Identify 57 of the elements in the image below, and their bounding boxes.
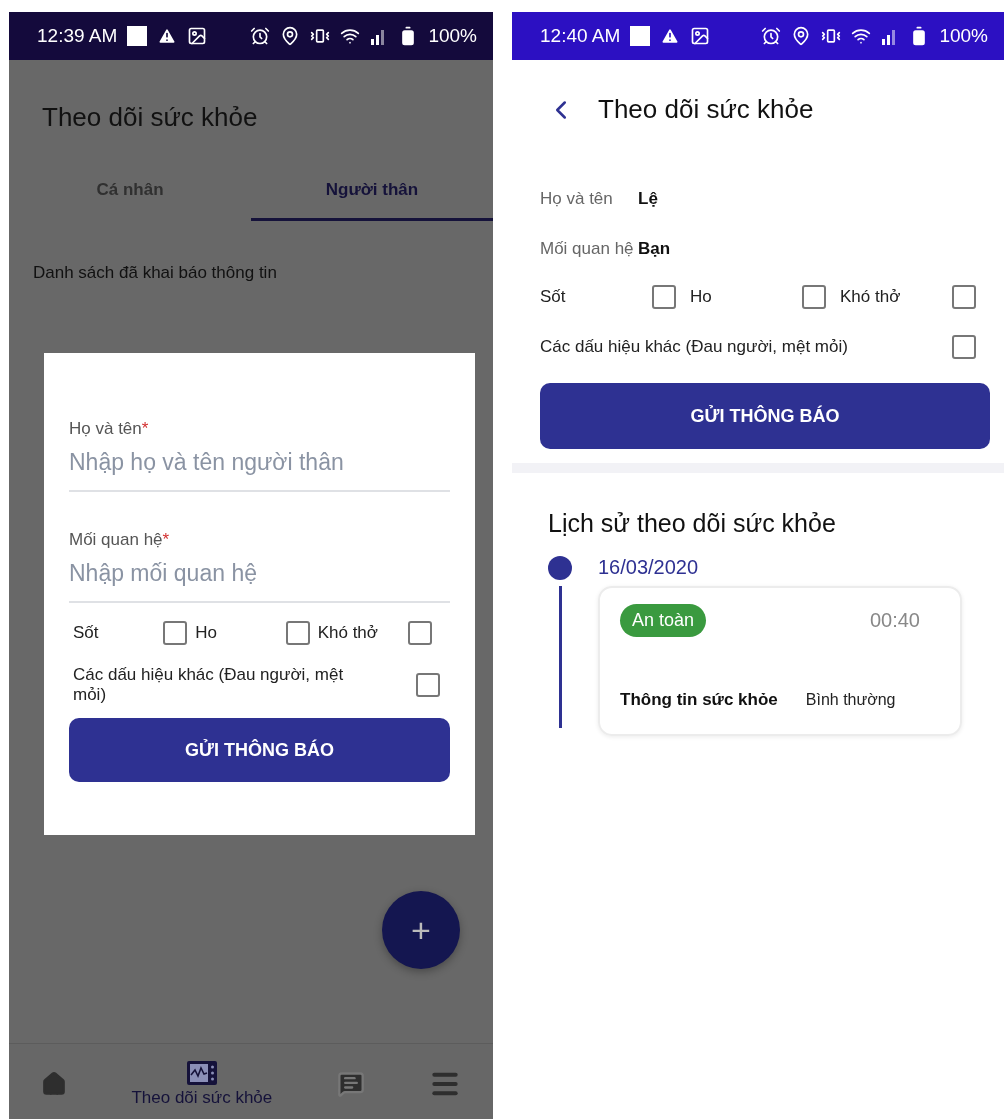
- info-value: Lệ: [638, 189, 658, 209]
- checkbox[interactable]: [802, 285, 826, 309]
- time-text: 00:40: [869, 609, 920, 632]
- date-text: 16/03/2020: [598, 556, 700, 580]
- section-heading: Lịch sử theo dõi sức khỏe: [548, 509, 837, 538]
- symptom-label: Các dấu hiệu khác (Đau người, mệt mỏi): [73, 665, 345, 705]
- timeline-dot: [548, 556, 572, 580]
- section-heading: Danh sách đã khai báo thông tin: [33, 263, 278, 283]
- status-badge: An toàn: [620, 604, 707, 637]
- battery-text: 100%: [428, 25, 477, 47]
- field-label: Họ và tên*: [69, 419, 149, 439]
- info-label: Thông tin sức khỏe: [620, 690, 778, 710]
- checkbox[interactable]: [285, 621, 310, 645]
- image-icon: [187, 26, 208, 46]
- warning-icon: [157, 26, 178, 46]
- symptom-label: Các dấu hiệu khác (Đau người, mệt mỏi): [540, 337, 848, 357]
- symptom-label: Ho: [690, 287, 712, 307]
- nav-label: Theo dõi sức khỏe: [131, 1087, 273, 1108]
- submit-button[interactable]: GỬI THÔNG BÁO: [540, 383, 990, 449]
- alarm-icon: [250, 26, 271, 46]
- info-value: Bình thường: [805, 691, 896, 709]
- clock-text: 12:39 AM: [37, 25, 118, 47]
- symptom-label: Ho: [195, 623, 218, 643]
- notification-icon: [630, 26, 651, 46]
- symptom-label: Khó thở: [317, 623, 378, 643]
- page-title: Theo dõi sức khỏe: [598, 94, 814, 125]
- info-label: Mối quan hệ: [540, 239, 635, 259]
- chat-icon: [336, 1069, 365, 1098]
- checkbox[interactable]: [163, 621, 188, 645]
- submit-button[interactable]: GỬI THÔNG BÁO: [69, 718, 450, 783]
- checkbox[interactable]: [952, 285, 976, 309]
- nav-item[interactable]: [336, 1069, 365, 1098]
- heart-monitor-icon: [185, 1059, 218, 1086]
- add-button[interactable]: +: [382, 891, 460, 969]
- checkbox[interactable]: [952, 335, 976, 359]
- checkbox[interactable]: [416, 672, 440, 697]
- vibrate-icon: [821, 26, 842, 46]
- image-icon: [690, 26, 711, 46]
- info-label: Họ và tên: [540, 189, 614, 209]
- symptom-label: Sốt: [540, 287, 566, 307]
- info-value: Bạn: [638, 239, 671, 259]
- battery-text: 100%: [939, 25, 988, 47]
- nav-item[interactable]: [41, 1070, 68, 1097]
- warning-icon: [660, 26, 681, 46]
- field-label: Mối quan hệ*: [69, 530, 170, 550]
- wifi-icon: [340, 26, 361, 46]
- wifi-icon: [851, 26, 872, 46]
- symptom-label: Sốt: [73, 623, 99, 643]
- clock-text: 12:40 AM: [540, 25, 621, 47]
- page-title: Theo dõi sức khỏe: [42, 102, 259, 133]
- alarm-icon: [761, 26, 782, 46]
- home-icon: [41, 1070, 68, 1097]
- notification-icon: [127, 26, 148, 46]
- vibrate-icon: [310, 26, 331, 46]
- checkbox[interactable]: [408, 621, 432, 645]
- checkbox[interactable]: [652, 285, 676, 309]
- symptom-label: Khó thở: [840, 287, 901, 307]
